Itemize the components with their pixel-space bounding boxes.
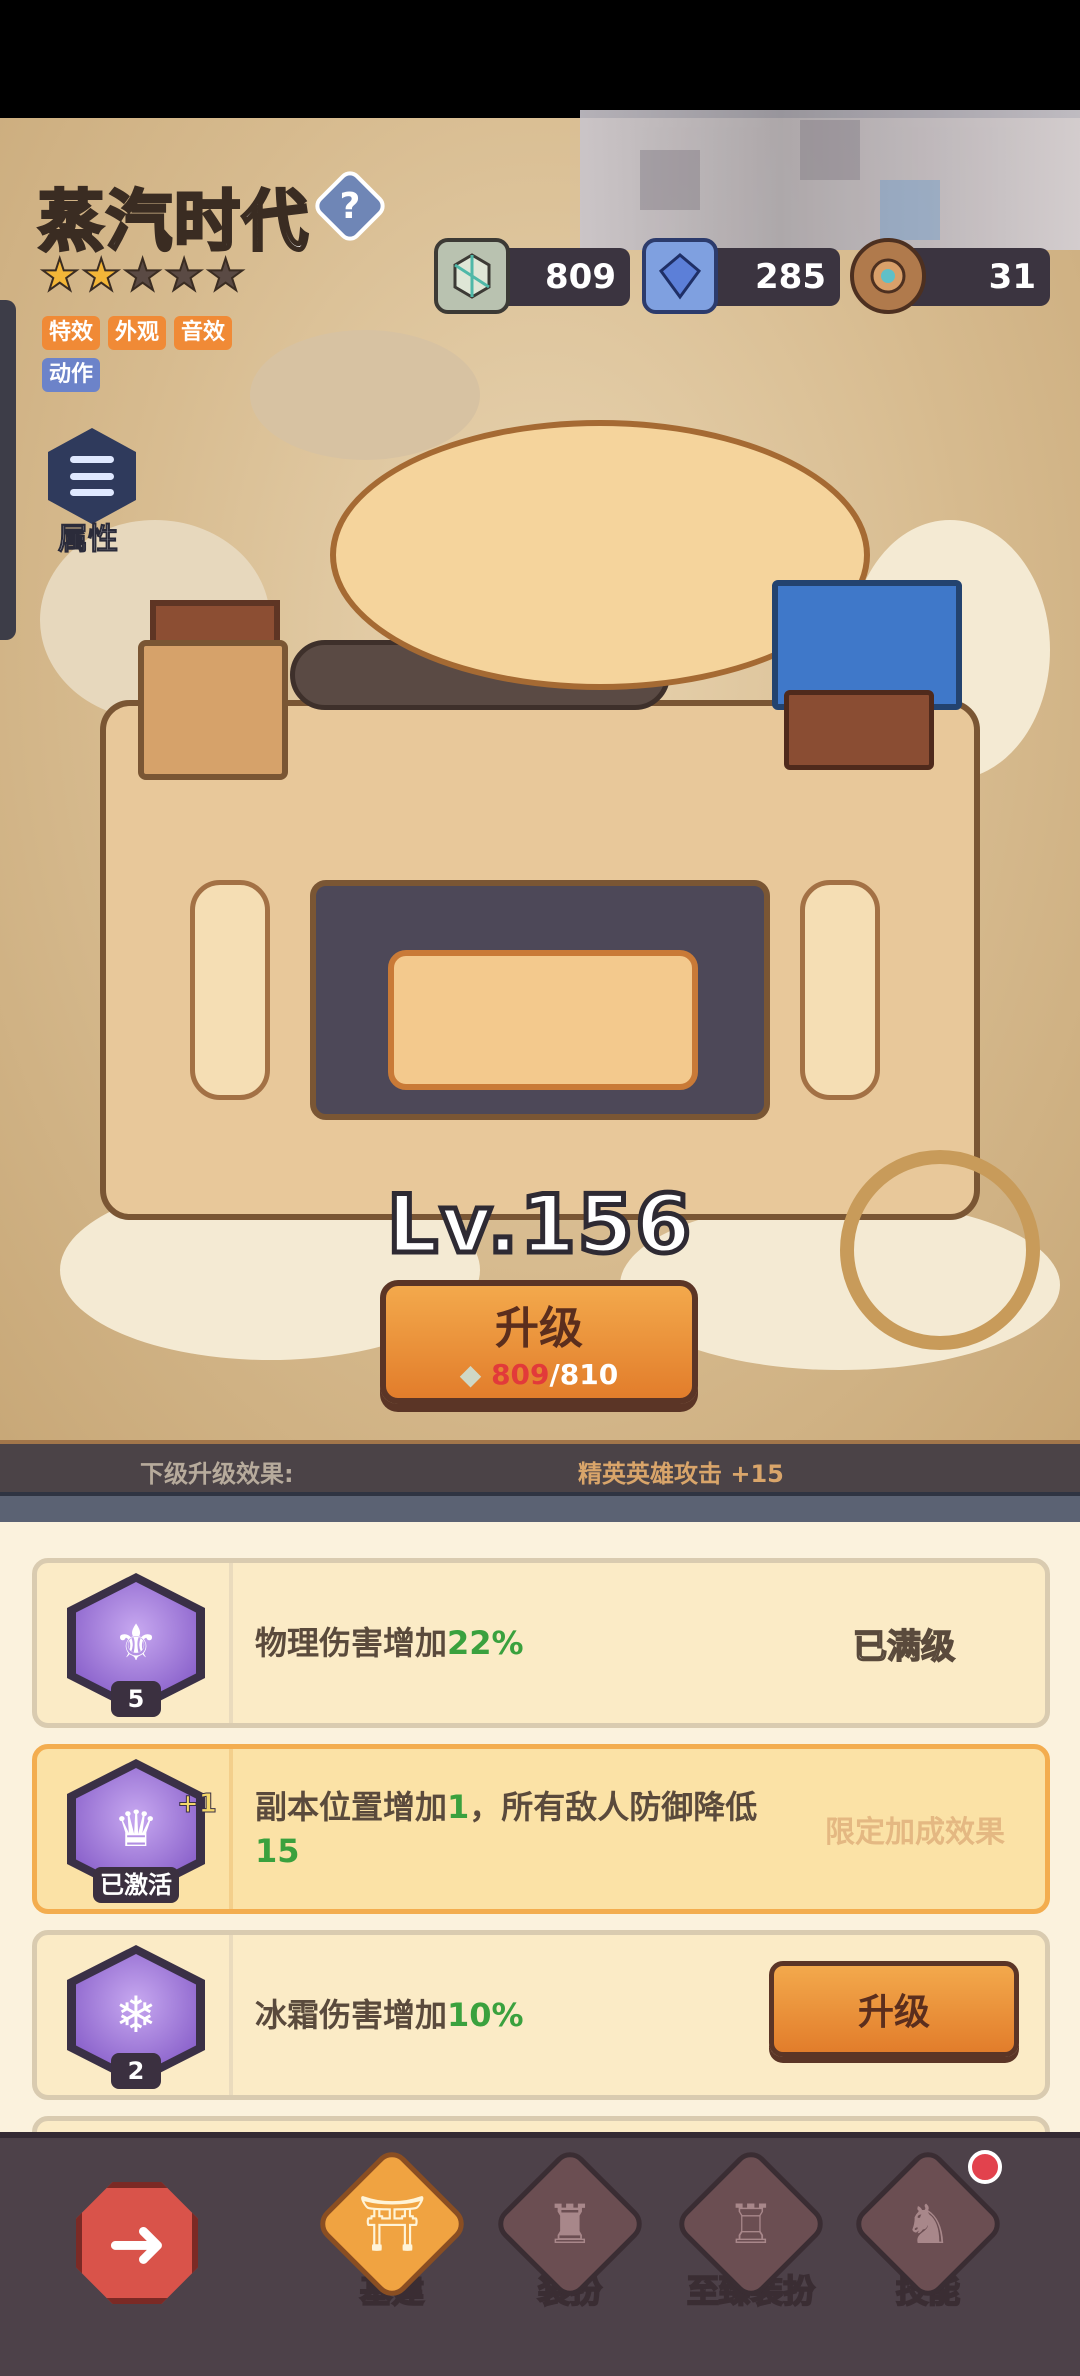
list-item: ⚜ 5 物理伤害增加22% 已满级 bbox=[32, 1558, 1050, 1728]
star-icon: ★ bbox=[39, 250, 80, 301]
activated-badge: 已激活 bbox=[93, 1867, 179, 1903]
star-icon: ★ bbox=[163, 250, 204, 301]
pillar bbox=[190, 880, 270, 1100]
building-level: Lv.156 bbox=[385, 1176, 694, 1274]
cost-need: 810 bbox=[559, 1358, 619, 1391]
next-effect-label: 下级升级效果: bbox=[140, 1460, 294, 1488]
star-icon: ★ bbox=[205, 250, 246, 301]
tab-dressup[interactable]: ♜ 装扮 bbox=[490, 2144, 650, 2312]
left-house bbox=[138, 640, 288, 780]
pillar bbox=[800, 880, 880, 1100]
effects-list[interactable]: ⚜ 5 物理伤害增加22% 已满级 ♛ +1 已激活 副本位置增加1，所有敌人防… bbox=[0, 1522, 1080, 2132]
shop-stall bbox=[784, 690, 934, 770]
resource-value: 285 bbox=[755, 257, 826, 297]
max-level-label: 已满级 bbox=[852, 1626, 956, 1668]
level-badge: 5 bbox=[111, 1681, 161, 1717]
tag-sound: 音效 bbox=[174, 316, 233, 350]
panel-divider bbox=[0, 1492, 1080, 1522]
level-badge: 2 bbox=[111, 2053, 161, 2089]
smoke-cloud bbox=[250, 330, 480, 460]
cost-have: 809 bbox=[491, 1358, 550, 1391]
side-drawer-handle[interactable] bbox=[0, 300, 16, 640]
blurred-region bbox=[580, 110, 1080, 250]
resource-value: 31 bbox=[988, 257, 1036, 297]
list-icon bbox=[70, 456, 114, 496]
feature-tags: 特效 外观 音效 动作 bbox=[42, 316, 252, 392]
tab-skills[interactable]: ♞ 技能 bbox=[848, 2144, 1008, 2312]
upgrade-effect-button[interactable]: 升级 bbox=[769, 1961, 1019, 2057]
list-item: ❄ 2 冰霜伤害增加10% 升级 bbox=[32, 1930, 1050, 2100]
star-rating: ★ ★ ★ ★ ★ bbox=[39, 250, 246, 301]
upgrade-button[interactable]: 升级 ◆ 809/810 bbox=[380, 1280, 698, 1404]
upgrade-cost: ◆ 809/810 bbox=[459, 1358, 619, 1391]
tag-appearance: 外观 bbox=[108, 316, 167, 350]
effect-description: 副本位置增加1，所有敌人防御降低15 bbox=[255, 1788, 758, 1870]
list-item: ♛ +1 已激活 副本位置增加1，所有敌人防御降低15 限定加成效果 bbox=[32, 1744, 1050, 1914]
star-icon: ★ bbox=[80, 250, 121, 301]
resource-barrel: 31 bbox=[850, 238, 1050, 314]
stone-crystal-icon: ◆ bbox=[459, 1358, 482, 1391]
tab-infrastructure[interactable]: ⛩ 基建 bbox=[312, 2144, 472, 2312]
upgrade-label: 升级 bbox=[495, 1303, 583, 1354]
next-level-effect: 下级升级效果: 精英英雄攻击 +15 bbox=[0, 1440, 1080, 1492]
barrel-token-icon bbox=[850, 238, 926, 314]
platform-pad bbox=[388, 950, 698, 1090]
back-arrow-icon[interactable]: ➜ bbox=[76, 2182, 198, 2304]
bottom-nav: ➜ ⛩ 基建 ♜ 装扮 ♖ 至臻装扮 ♞ 技能 bbox=[0, 2132, 1080, 2376]
tag-effects: 特效 bbox=[42, 316, 101, 350]
limited-bonus-label: 限定加成效果 bbox=[825, 1815, 1005, 1850]
resource-gem: 285 bbox=[642, 238, 840, 314]
resource-value: 809 bbox=[545, 257, 616, 297]
notification-dot bbox=[968, 2150, 1002, 2184]
star-icon: ★ bbox=[122, 250, 163, 301]
tab-premium-dressup[interactable]: ♖ 至臻装扮 bbox=[671, 2144, 831, 2312]
attributes-label: 属性 bbox=[58, 522, 119, 558]
resource-stone: 809 bbox=[434, 238, 630, 314]
effect-description: 物理伤害增加22% bbox=[255, 1624, 524, 1662]
status-bar bbox=[0, 0, 1080, 118]
effect-description: 冰霜伤害增加10% bbox=[255, 1996, 524, 2034]
list-item bbox=[32, 2116, 1050, 2132]
next-effect-value: 精英英雄攻击 +15 bbox=[578, 1460, 784, 1488]
plus-one-badge: +1 bbox=[177, 1789, 218, 1820]
blue-gem-icon bbox=[642, 238, 718, 314]
stone-crystal-icon bbox=[434, 238, 510, 314]
tag-action: 动作 bbox=[42, 358, 101, 392]
